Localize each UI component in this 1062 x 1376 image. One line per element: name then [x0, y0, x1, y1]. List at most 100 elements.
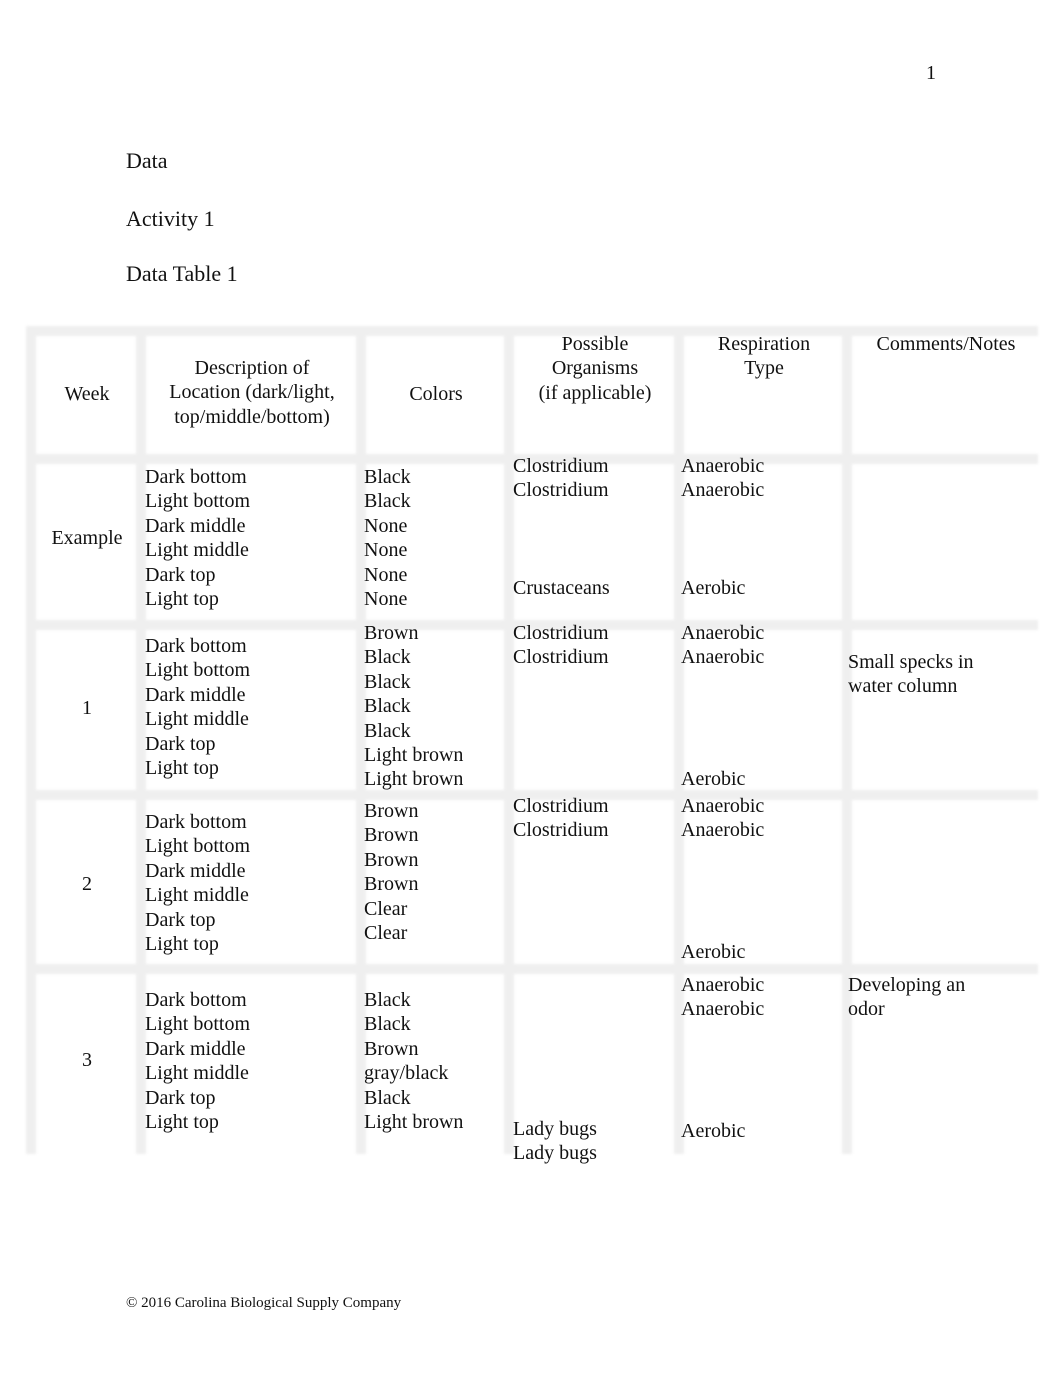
header-week: Week — [32, 382, 142, 406]
cell-line: Light bottom — [145, 659, 250, 682]
colors-cell: Brown Brown Brown Brown Clear Clear — [364, 799, 504, 945]
cell-line: Black — [364, 670, 411, 693]
cell-line: Aerobic — [681, 941, 746, 964]
cell-line: Small specks in — [848, 650, 974, 673]
cell-line: odor — [848, 998, 885, 1021]
cell-line — [681, 1095, 841, 1119]
cell-line: Light bottom — [145, 1013, 250, 1036]
header-colors: Colors — [362, 382, 510, 406]
cell-line: Dark middle — [145, 859, 246, 882]
week-cell: Example — [32, 526, 142, 550]
cell-line: Colors — [409, 383, 463, 405]
cell-line: Clostridium — [513, 819, 609, 842]
respiration-cell: Anaerobic Anaerobic Aerobic — [681, 454, 841, 600]
cell-line — [513, 1068, 673, 1092]
cell-line: Anaerobic — [681, 974, 765, 996]
cell-line: Clostridium — [513, 479, 609, 502]
cell-line: Anaerobic — [681, 998, 765, 1021]
cell-line: Organisms — [551, 357, 639, 380]
cell-line: Light bottom — [145, 835, 250, 858]
cell-line: Light top — [145, 588, 219, 611]
cell-line — [513, 1044, 673, 1068]
cell-line: Dark top — [145, 563, 216, 586]
cell-line: Type — [744, 357, 784, 380]
cell-line: Dark bottom — [145, 811, 247, 833]
cell-line: Black — [364, 719, 411, 742]
cell-line: None — [364, 563, 408, 586]
cell-line: Location (dark/light, — [169, 381, 335, 404]
cell-line: Anaerobic — [681, 819, 765, 842]
cell-line: 3 — [82, 1049, 92, 1071]
cell-line: Light bottom — [145, 490, 250, 513]
cell-line: Aerobic — [681, 1120, 746, 1143]
cell-line — [513, 1019, 673, 1043]
respiration-cell: Anaerobic Anaerobic Aerobic — [681, 794, 841, 965]
cell-line — [681, 1022, 841, 1046]
location-cell: Dark bottom Light bottom Dark middle Light … — [145, 465, 345, 611]
cell-line: (if applicable) — [538, 381, 652, 404]
cell-line — [513, 1093, 673, 1117]
cell-line — [681, 892, 841, 916]
cell-line: Brown — [364, 824, 419, 847]
cell-line — [681, 743, 841, 767]
cell-line — [681, 552, 841, 576]
cell-line: None — [364, 514, 408, 537]
cell-line: Dark middle — [145, 683, 246, 706]
cell-line: Light top — [145, 933, 219, 956]
cell-line: Dark top — [145, 1086, 216, 1109]
cell-line — [848, 552, 1028, 576]
cell-line — [681, 670, 841, 694]
cell-line: Anaerobic — [681, 455, 765, 477]
cell-line: Light middle — [145, 1062, 249, 1085]
colors-cell: Brown Black Black Black Black Light brown Ligh… — [364, 621, 504, 792]
cell-line: Aerobic — [681, 577, 746, 600]
cell-line: Clostridium — [513, 646, 609, 669]
cell-line: Dark top — [145, 732, 216, 755]
organisms-cell: Clostridium Clostridium — [513, 794, 673, 843]
cell-line — [848, 576, 1028, 600]
cell-line: Possible — [561, 333, 629, 355]
cell-line: gray/black — [364, 1062, 449, 1085]
cell-line — [848, 601, 1028, 625]
cell-line: Description of — [194, 357, 310, 379]
header-location: Description of Location (dark/light, top/m… — [142, 356, 362, 429]
cell-line — [681, 694, 841, 718]
cell-line: Clear — [364, 897, 408, 920]
cell-line: top/middle/bottom) — [174, 405, 330, 428]
cell-line — [681, 503, 841, 527]
location-cell: Dark bottom Light bottom Dark middle Light … — [145, 634, 345, 780]
respiration-cell: Anaerobic Anaerobic Aerobic — [681, 621, 841, 792]
cell-line: Respiration — [717, 333, 811, 355]
copyright-footer: © 2016 Carolina Biological Supply Compan… — [126, 1295, 402, 1311]
cell-line: Anaerobic — [681, 622, 765, 644]
cell-line: Brown — [364, 848, 419, 871]
cell-line: Black — [364, 695, 411, 718]
cell-line: Dark bottom — [145, 989, 247, 1011]
cell-line: Black — [364, 989, 411, 1011]
cell-line: Example — [51, 527, 123, 549]
cell-line: Dark middle — [145, 514, 246, 537]
cell-line — [681, 1071, 841, 1095]
cell-line: Lady bugs — [513, 1118, 597, 1141]
cell-line: 1 — [82, 697, 92, 719]
cell-line: Anaerobic — [681, 795, 765, 817]
cell-line: Light brown — [364, 744, 464, 767]
cell-line — [513, 503, 673, 527]
cell-line — [513, 527, 673, 551]
colors-cell: Black Black None None None None — [364, 465, 504, 611]
header-comments: Comments/Notes — [848, 332, 1044, 356]
cell-line: Week — [64, 383, 110, 405]
cell-line: Black — [364, 466, 411, 488]
cell-line: Brown — [364, 622, 419, 644]
cell-line: Lady bugs — [513, 1142, 597, 1165]
cell-line: Aerobic — [681, 768, 746, 791]
comments-cell: Small specks in water column — [848, 552, 1028, 698]
cell-line — [681, 1046, 841, 1070]
cell-line: Anaerobic — [681, 646, 765, 669]
cell-line: water column — [848, 675, 958, 698]
cell-line: Light brown — [364, 768, 464, 791]
cell-line: None — [364, 588, 408, 611]
cell-line: Black — [364, 1013, 411, 1036]
cell-line: Dark bottom — [145, 466, 247, 488]
header-organisms: Possible Organisms (if applicable) — [510, 332, 680, 405]
